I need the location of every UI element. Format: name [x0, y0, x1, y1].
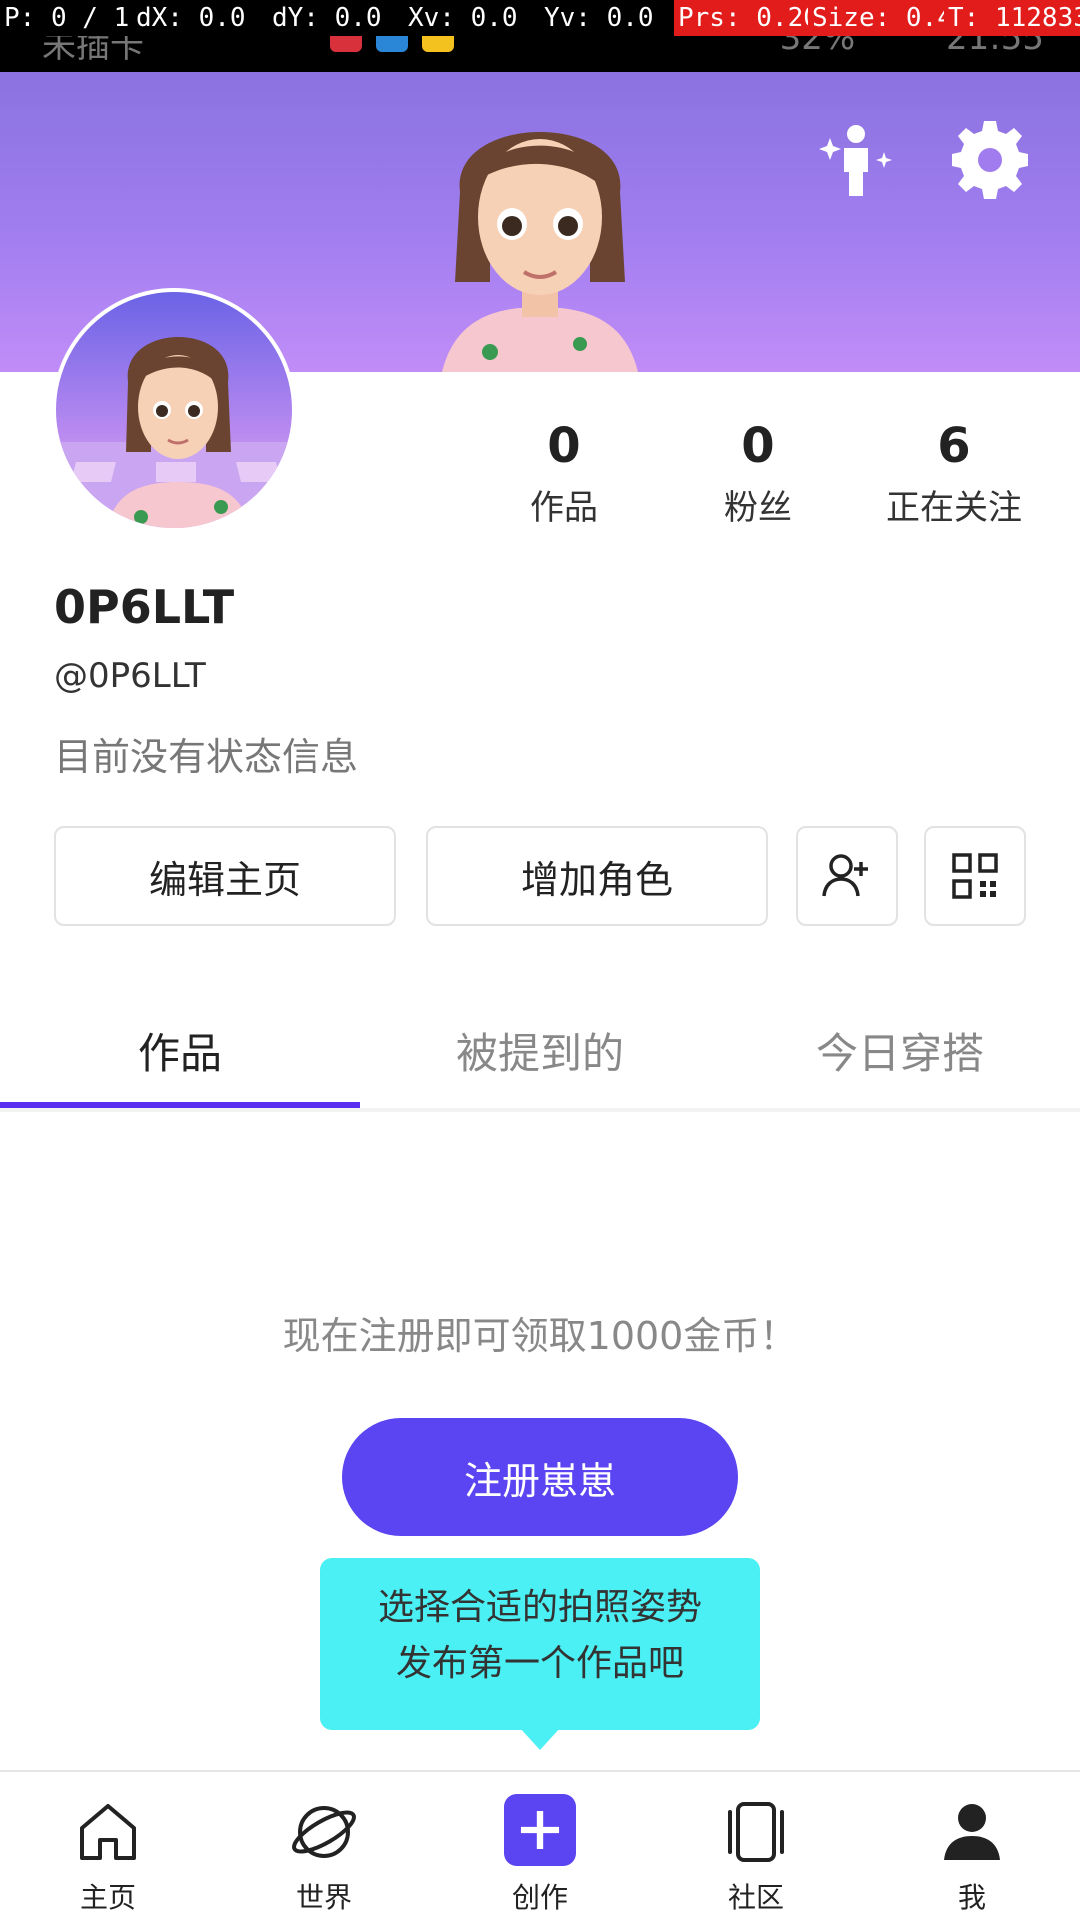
avatar-3d-figure — [442, 132, 638, 372]
settings-gear-icon[interactable] — [950, 120, 1030, 200]
debug-dy: dY: 0.0 — [272, 3, 382, 33]
debug-p: P: 0 / 1 — [4, 3, 130, 33]
tab-todays-outfit[interactable]: 今日穿搭 — [720, 990, 1080, 1110]
nav-label-me: 我 — [957, 1881, 986, 1914]
home-icon — [80, 1804, 136, 1860]
nav-item-world[interactable]: 世界 — [216, 1772, 432, 1922]
bottom-navigation: 主页 世界 创作 社区 我 — [0, 1770, 1080, 1920]
add-friend-button[interactable] — [796, 826, 898, 926]
tab-mentioned[interactable]: 被提到的 — [360, 990, 720, 1110]
profile-tabs: 作品 被提到的 今日穿搭 — [0, 990, 1080, 1110]
register-button[interactable]: 注册崽崽 — [342, 1418, 738, 1536]
debug-dx: dX: 0.0 — [136, 3, 246, 33]
stat-following[interactable]: 6 正在关注 — [864, 418, 1044, 529]
debug-t: T: 112833 — [944, 0, 1080, 36]
stat-following-value: 6 — [937, 418, 971, 474]
profile-handle: @0P6LLT — [54, 656, 206, 696]
nav-label-community: 社区 — [727, 1881, 784, 1914]
avatar-image — [56, 337, 292, 528]
stat-fans[interactable]: 0 粉丝 — [668, 418, 848, 529]
sparkle-person-icon[interactable] — [816, 120, 896, 200]
create-plus-icon — [504, 1794, 576, 1866]
nav-item-create[interactable]: 创作 — [432, 1772, 648, 1922]
create-hint-tooltip[interactable]: 选择合适的拍照姿势 发布第一个作品吧 — [320, 1558, 760, 1750]
stat-fans-label: 粉丝 — [724, 488, 792, 528]
community-icon — [728, 1802, 784, 1862]
planet-icon — [292, 1806, 356, 1858]
stat-fans-value: 0 — [741, 418, 775, 474]
profile-name: 0P6LLT — [54, 580, 235, 634]
tooltip-arrow — [520, 1728, 560, 1750]
nav-item-me[interactable]: 我 — [864, 1772, 1080, 1922]
stat-following-label: 正在关注 — [886, 488, 1022, 528]
stat-works-value: 0 — [547, 418, 581, 474]
nav-label-world: 世界 — [295, 1881, 352, 1914]
tabs-divider — [0, 1108, 1080, 1112]
qr-code-button[interactable] — [924, 826, 1026, 926]
tab-works[interactable]: 作品 — [0, 990, 360, 1110]
pointer-debug-overlay: P: 0 / 1 dX: 0.0 dY: 0.0 Xv: 0.0 Yv: 0.0… — [0, 0, 1080, 36]
nav-label-home: 主页 — [79, 1881, 136, 1914]
nav-item-home[interactable]: 主页 — [0, 1772, 216, 1922]
add-person-icon — [822, 854, 868, 897]
profile-status-message[interactable]: 目前没有状态信息 — [54, 726, 358, 781]
tooltip-line-1: 选择合适的拍照姿势 — [377, 1587, 702, 1628]
debug-prs: Prs: 0.20 — [674, 0, 819, 36]
register-promo-text: 现在注册即可领取1000金币！ — [282, 1314, 798, 1358]
qr-code-icon — [952, 853, 998, 899]
nav-label-create: 创作 — [511, 1881, 568, 1914]
nav-item-community[interactable]: 社区 — [648, 1772, 864, 1922]
debug-xv: Xv: 0.0 — [408, 3, 518, 33]
profile-avatar[interactable] — [52, 288, 296, 532]
person-icon — [944, 1804, 1000, 1860]
debug-yv: Yv: 0.0 — [544, 3, 654, 33]
stat-works[interactable]: 0 作品 — [474, 418, 654, 529]
edit-profile-button[interactable]: 编辑主页 — [54, 826, 396, 926]
tooltip-line-2: 发布第一个作品吧 — [395, 1643, 684, 1684]
add-character-button[interactable]: 增加角色 — [426, 826, 768, 926]
stat-works-label: 作品 — [530, 488, 598, 528]
